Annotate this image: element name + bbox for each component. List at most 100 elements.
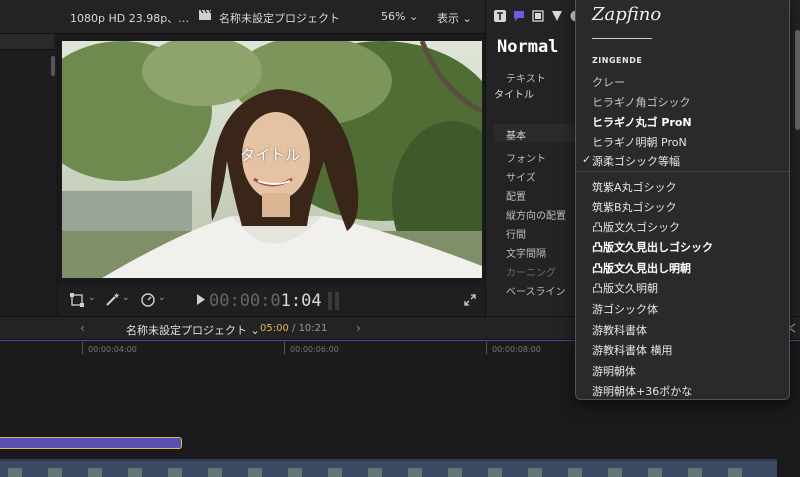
ruler-label: 00:00:04:00 bbox=[88, 345, 137, 354]
color-inspector-icon[interactable] bbox=[551, 10, 563, 25]
clip-thumbnail bbox=[568, 468, 582, 477]
basic-section-header[interactable]: 基本 bbox=[494, 124, 584, 142]
inspector-scrollbar[interactable] bbox=[795, 30, 800, 130]
tracking-label: 文字間隔 bbox=[506, 249, 546, 260]
font-menu-item[interactable]: 凸版文久明朝 bbox=[592, 280, 658, 296]
font-menu-item[interactable]: 筑紫B丸ゴシック bbox=[592, 199, 677, 215]
title-text-overlay[interactable]: タイトル bbox=[240, 144, 300, 165]
viewer-controls: ⌄ ⌄ ⌄ 00:00:01:04 bbox=[58, 286, 485, 316]
clip-thumbnail bbox=[128, 468, 142, 477]
font-menu-item[interactable]: クレー bbox=[592, 74, 625, 90]
font-menu-item[interactable]: 游明朝体+36ポかな bbox=[592, 383, 692, 399]
ruler-label: 00:00:06:00 bbox=[290, 345, 339, 354]
chevron-down-icon: ⌄ bbox=[462, 12, 472, 25]
speed-gauge-icon[interactable] bbox=[140, 292, 156, 311]
font-menu-item-selected[interactable]: 源柔ゴシック等幅 bbox=[582, 153, 680, 169]
audio-meter-right bbox=[335, 292, 339, 310]
font-menu-item[interactable]: ヒラギノ明朝 ProN bbox=[592, 134, 687, 150]
timeline-project-name: 名称未設定プロジェクト bbox=[126, 324, 247, 337]
clip-thumbnail bbox=[48, 468, 62, 477]
font-menu-item-zapfino[interactable]: Zapfino bbox=[592, 4, 661, 25]
viewer-project-title: 名称未設定プロジェクト bbox=[219, 12, 340, 25]
clip-thumbnail bbox=[168, 468, 182, 477]
clip-thumbnail bbox=[688, 468, 702, 477]
timeline-project-menu[interactable]: 名称未設定プロジェクト ⌄ bbox=[126, 322, 260, 338]
chevron-down-icon[interactable]: ⌄ bbox=[122, 293, 130, 303]
clapper-icon bbox=[198, 9, 212, 21]
timecode-dim: 00:00:0 bbox=[209, 291, 281, 311]
font-menu-item[interactable]: 凸版文久ゴシック bbox=[592, 219, 680, 235]
line-spacing-label: 行間 bbox=[506, 230, 526, 241]
clip-thumbnail bbox=[448, 468, 462, 477]
timeline-duration: 05:00 / 10:21 bbox=[260, 323, 327, 334]
video-inspector-icon[interactable] bbox=[532, 10, 544, 25]
timecode-bright: 1:04 bbox=[280, 291, 322, 311]
ruler-tick bbox=[82, 342, 83, 354]
clip-thumbnail bbox=[488, 468, 502, 477]
alignment-label: 配置 bbox=[506, 192, 526, 203]
font-label: フォント bbox=[506, 154, 546, 165]
font-menu-item[interactable]: 游明朝体 bbox=[592, 363, 636, 379]
forward-arrow-icon[interactable]: › bbox=[356, 321, 361, 335]
timeline-current-time: 05:00 bbox=[260, 323, 289, 334]
clip-thumbnail bbox=[648, 468, 662, 477]
menu-separator bbox=[576, 171, 789, 172]
clip-thumbnail bbox=[408, 468, 422, 477]
clip-thumbnail bbox=[528, 468, 542, 477]
font-menu-item[interactable]: 游ゴシック体 bbox=[592, 301, 658, 317]
chevron-down-icon: ⌄ bbox=[250, 324, 260, 337]
font-menu-item[interactable]: 凸版文久見出し明朝 bbox=[592, 260, 691, 276]
back-arrow-icon[interactable]: ‹ bbox=[80, 321, 85, 335]
title-inspector-icon[interactable] bbox=[513, 10, 525, 25]
vertical-alignment-label: 縦方向の配置 bbox=[506, 211, 566, 222]
zapfino-underline bbox=[592, 38, 652, 39]
clip-thumbnail bbox=[368, 468, 382, 477]
text-section-label: テキスト bbox=[506, 74, 546, 85]
format-label[interactable]: 1080p HD 23.98p、… bbox=[70, 10, 189, 26]
chevron-down-icon[interactable]: ⌄ bbox=[158, 293, 166, 303]
clip-thumbnail bbox=[288, 468, 302, 477]
view-label: 表示 bbox=[437, 12, 459, 25]
text-inspector-icon[interactable] bbox=[494, 10, 506, 25]
baseline-label: ベースライン bbox=[506, 287, 566, 298]
play-icon[interactable] bbox=[196, 294, 206, 308]
chevron-down-icon[interactable]: ⌄ bbox=[88, 293, 96, 303]
kerning-label: カーニング bbox=[506, 268, 556, 279]
browser-panel bbox=[0, 34, 58, 316]
basic-section-label: 基本 bbox=[506, 131, 526, 142]
clip-thumbnail bbox=[328, 468, 342, 477]
ruler-tick bbox=[486, 342, 487, 354]
browser-search-bar[interactable] bbox=[0, 34, 54, 50]
title-clip[interactable] bbox=[0, 437, 182, 449]
font-menu-item[interactable]: 游教科書体 bbox=[592, 322, 647, 338]
clip-thumbnail bbox=[728, 468, 742, 477]
audio-meter-left bbox=[328, 292, 332, 310]
timeline-time-separator: / bbox=[288, 323, 299, 334]
ruler-label: 00:00:08:00 bbox=[492, 345, 541, 354]
clip-thumbnail bbox=[88, 468, 102, 477]
font-menu-item[interactable]: 游教科書体 横用 bbox=[592, 342, 673, 358]
text-field-value[interactable]: タイトル bbox=[494, 86, 534, 101]
view-menu[interactable]: 表示 ⌄ bbox=[437, 10, 472, 26]
font-menu-item[interactable]: ヒラギノ角ゴシック bbox=[592, 94, 691, 110]
zoom-menu[interactable]: 56% ⌄ bbox=[381, 10, 418, 23]
ruler-tick bbox=[284, 342, 285, 354]
video-clip[interactable] bbox=[0, 459, 777, 477]
viewer-timecode: 00:00:01:04 bbox=[209, 291, 322, 311]
text-style-name[interactable]: Normal bbox=[497, 37, 558, 57]
chevron-down-icon: ⌄ bbox=[408, 10, 419, 23]
font-menu-item[interactable]: 凸版文久見出しゴシック bbox=[592, 239, 713, 255]
browser-scrollbar[interactable] bbox=[51, 56, 55, 76]
font-menu-item[interactable]: ヒラギノ丸ゴ ProN bbox=[592, 114, 692, 130]
clip-thumbnail bbox=[208, 468, 222, 477]
magic-wand-icon[interactable] bbox=[104, 292, 120, 311]
size-label: サイズ bbox=[506, 173, 536, 184]
clip-thumbnail bbox=[8, 468, 22, 477]
transform-icon[interactable] bbox=[70, 293, 84, 310]
fullscreen-icon[interactable] bbox=[464, 294, 476, 309]
timeline-total-time: 10:21 bbox=[298, 323, 328, 334]
font-menu-item-zingende[interactable]: ZINGENDE bbox=[592, 56, 642, 65]
font-menu-item[interactable]: 筑紫A丸ゴシック bbox=[592, 179, 677, 195]
zoom-value: 56% bbox=[381, 10, 406, 23]
clip-thumbnail bbox=[248, 468, 262, 477]
